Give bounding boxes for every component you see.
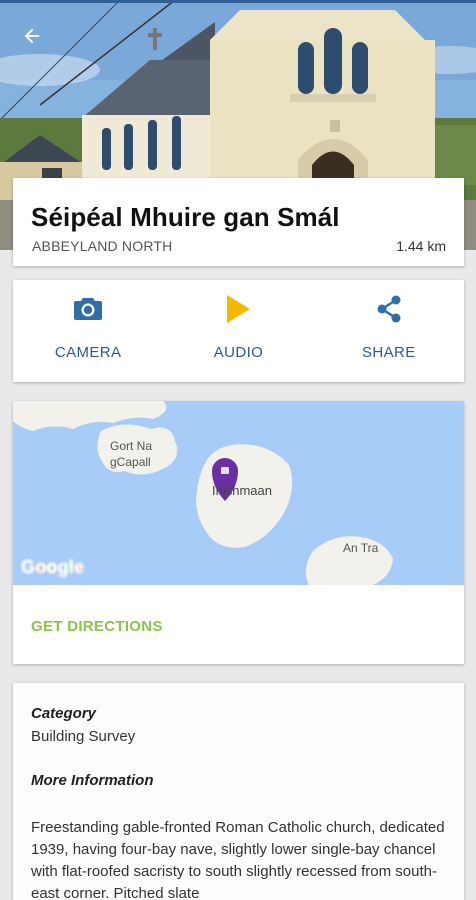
map-view[interactable]: Gort Na gCapall Inishmaan An Tra Google bbox=[13, 401, 464, 585]
camera-icon bbox=[73, 294, 103, 324]
place-area: ABBEYLAND NORTH bbox=[32, 238, 173, 254]
share-label: SHARE bbox=[361, 344, 416, 361]
get-directions-button[interactable]: GET DIRECTIONS bbox=[31, 618, 163, 635]
info-card: Category Building Survey More Informatio… bbox=[13, 683, 464, 900]
arrow-left-icon bbox=[24, 28, 40, 44]
map-label-an-tra: An Tra bbox=[343, 541, 379, 555]
more-info-heading: More Information bbox=[31, 772, 154, 789]
place-distance: 1.44 km bbox=[396, 238, 446, 254]
google-logo: Google bbox=[21, 557, 84, 578]
share-button[interactable]: SHARE bbox=[314, 280, 464, 382]
description-text: Freestanding gable-fronted Roman Catholi… bbox=[31, 819, 445, 900]
map-label-gort: Gort Na bbox=[110, 439, 153, 453]
google-logo-text: Google bbox=[21, 557, 85, 577]
back-button[interactable] bbox=[14, 18, 50, 54]
share-icon bbox=[375, 294, 403, 324]
map-label-gcapall: gCapall bbox=[110, 455, 151, 469]
camera-label: CAMERA bbox=[54, 344, 122, 361]
map-label-inishmaan: Inishmaan bbox=[212, 483, 272, 498]
map-card: Gort Na gCapall Inishmaan An Tra Google … bbox=[13, 401, 464, 664]
place-header-card: Séipéal Mhuire gan Smál ABBEYLAND NORTH … bbox=[13, 178, 464, 266]
category-value: Building Survey bbox=[31, 728, 136, 745]
audio-label: AUDIO bbox=[213, 344, 264, 361]
actions-card: CAMERA AUDIO SHARE bbox=[13, 280, 464, 382]
play-icon bbox=[225, 294, 251, 324]
camera-button[interactable]: CAMERA bbox=[13, 280, 163, 382]
place-title: Séipéal Mhuire gan Smál bbox=[31, 202, 340, 232]
audio-button[interactable]: AUDIO bbox=[163, 280, 313, 382]
category-heading: Category bbox=[31, 705, 97, 722]
